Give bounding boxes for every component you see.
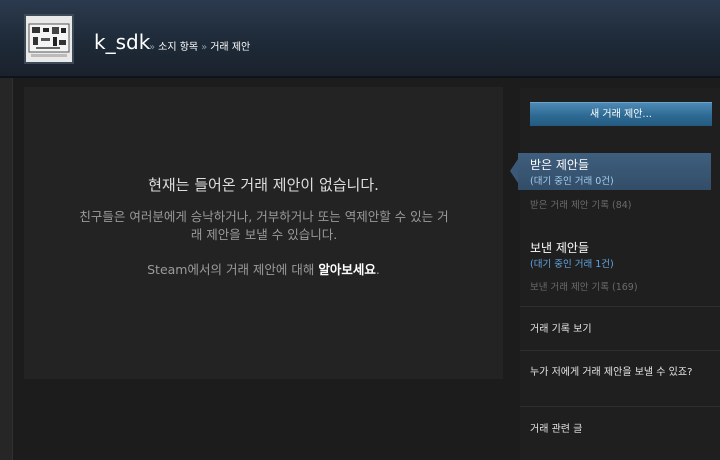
- trade-offers-empty-panel: 현재는 들어온 거래 제안이 없습니다. 친구들은 여러분에게 승낙하거나, 거…: [24, 87, 503, 379]
- learn-more-link[interactable]: 알아보세요: [318, 262, 376, 277]
- sidebar-divider: [520, 306, 720, 307]
- trade-sidebar: 새 거래 제안... 받은 제안들 (대기 중인 거래 0건) 받은 거래 제안…: [510, 88, 720, 460]
- empty-state-title: 현재는 들어온 거래 제안이 없습니다.: [148, 176, 379, 194]
- learn-more-suffix: .: [375, 262, 380, 277]
- breadcrumb-trade-offers-link[interactable]: 거래 제안: [210, 42, 250, 53]
- empty-state-description: 친구들은 여러분에게 승낙하거나, 거부하거나 또는 역제안할 수 있는 거래 …: [79, 209, 449, 242]
- sidebar-divider: [520, 406, 720, 407]
- sent-history-link[interactable]: 보낸 거래 제안 기록 (169): [530, 279, 638, 293]
- header-divider: [0, 76, 720, 78]
- trade-offers-page: k_sdk » 소지 항목» 거래 제안 현재는 들어온 거래 제안이 없습니다. …: [0, 0, 720, 460]
- learn-more-prefix: Steam에서의 거래 제안에 대해: [147, 262, 319, 277]
- trade-faq-link[interactable]: 거래 관련 글: [530, 423, 708, 436]
- avatar-image: [26, 16, 72, 62]
- received-offers-title[interactable]: 받은 제안들: [530, 156, 589, 173]
- received-pending-count: (대기 중인 거래 0건): [530, 176, 614, 187]
- sent-offers-title[interactable]: 보낸 제안들: [530, 239, 589, 256]
- breadcrumb-separator: »: [149, 42, 156, 53]
- left-edge-strip: [0, 78, 13, 460]
- profile-header: k_sdk » 소지 항목» 거래 제안: [0, 0, 720, 76]
- avatar[interactable]: [24, 14, 74, 64]
- active-tab-arrow-icon: [510, 159, 518, 183]
- learn-more-line: Steam에서의 거래 제안에 대해 알아보세요.: [24, 259, 503, 278]
- sidebar-divider: [520, 350, 720, 351]
- new-trade-offer-button[interactable]: 새 거래 제안...: [530, 102, 712, 126]
- breadcrumb-separator: »: [201, 42, 208, 53]
- breadcrumb-inventory-link[interactable]: 소지 항목: [158, 42, 198, 53]
- username[interactable]: k_sdk: [94, 30, 150, 54]
- received-history-link[interactable]: 받은 거래 제안 기록 (84): [530, 197, 632, 211]
- sent-pending-count[interactable]: (대기 중인 거래 1건): [530, 256, 614, 270]
- trade-history-link[interactable]: 거래 기록 보기: [530, 323, 708, 336]
- who-can-send-link[interactable]: 누가 저에게 거래 제안을 보낼 수 있죠?: [530, 366, 708, 379]
- breadcrumb: » 소지 항목» 거래 제안: [146, 38, 250, 53]
